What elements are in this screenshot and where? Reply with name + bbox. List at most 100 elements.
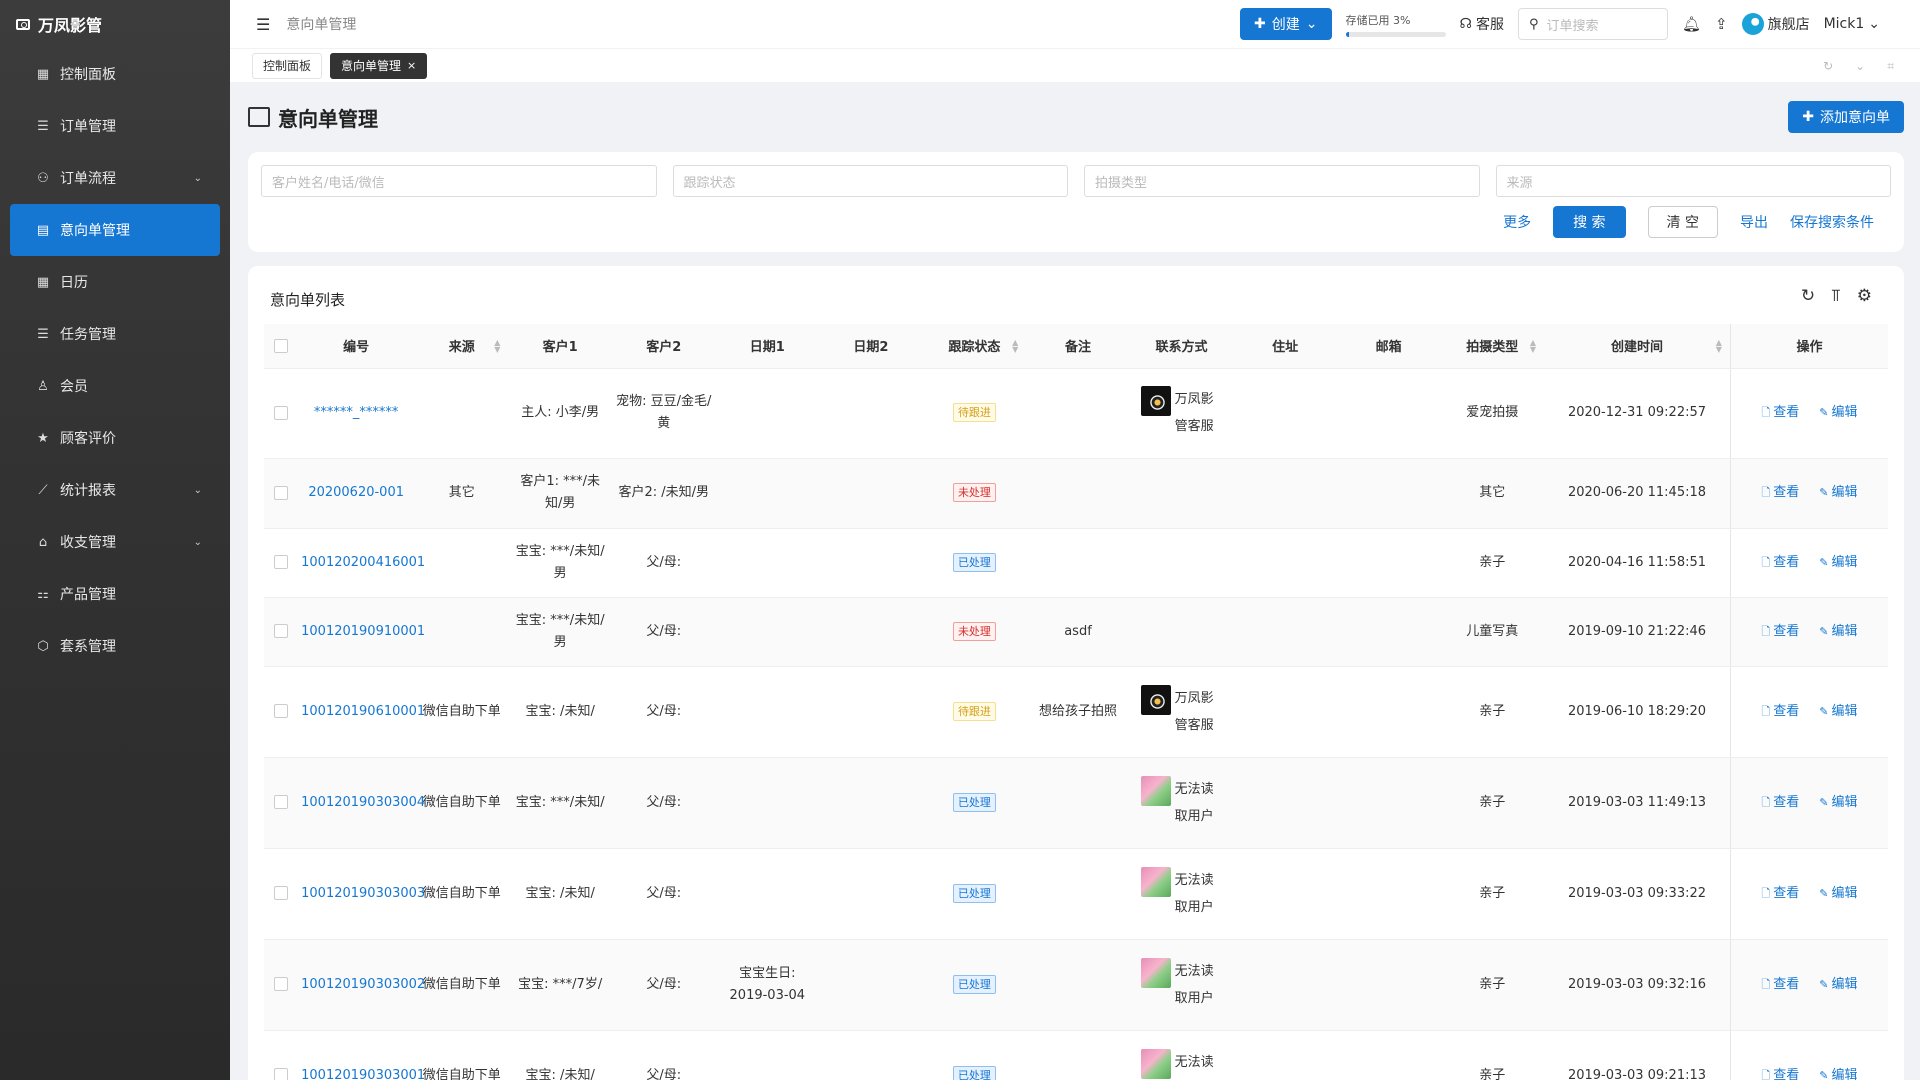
sidebar-item-9[interactable]: ⌂ 收支管理 ⌄: [10, 516, 220, 568]
sort-icon[interactable]: ▲ ▼: [494, 339, 500, 354]
row-checkbox[interactable]: [273, 405, 288, 420]
row-checkbox[interactable]: [273, 1068, 288, 1080]
tab-0[interactable]: 控制面板: [252, 52, 323, 79]
address-cell: [1233, 848, 1337, 940]
filter-input-0[interactable]: 客户姓名/电话/微信: [261, 165, 657, 197]
customer2-cell: 宠物: 豆豆/金毛/黄: [611, 368, 716, 459]
date2-cell: [819, 597, 923, 667]
edit-link[interactable]: ✎ 编辑: [1819, 552, 1857, 574]
refresh-icon[interactable]: ↻: [1801, 286, 1815, 306]
note-cell: [1026, 368, 1130, 459]
sidebar-item-1[interactable]: ☰ 订单管理: [10, 100, 220, 152]
intent-id-link[interactable]: 100120190303004: [301, 795, 425, 810]
sort-icon[interactable]: ▲ ▼: [1716, 339, 1722, 354]
address-cell: [1233, 458, 1337, 529]
intent-id-link[interactable]: 100120190303002: [301, 977, 425, 992]
intent-id-link[interactable]: 100120190303001: [301, 1068, 425, 1080]
edit-link[interactable]: ✎ 编辑: [1819, 792, 1857, 814]
sidebar-item-4[interactable]: ▦ 日历: [10, 256, 220, 308]
filter-input-3[interactable]: 来源: [1495, 165, 1891, 197]
intent-id-link[interactable]: 100120200416001: [301, 555, 425, 570]
avatar: [1140, 775, 1171, 806]
intent-id-link[interactable]: 20200620-001: [308, 485, 404, 500]
sort-icon[interactable]: ▲ ▼: [1530, 339, 1536, 354]
fullscreen-icon[interactable]: ⌗: [1887, 59, 1894, 74]
view-label: 查看: [1773, 623, 1800, 639]
edit-link[interactable]: ✎ 编辑: [1819, 482, 1857, 504]
filter-input-2[interactable]: 拍摄类型: [1084, 165, 1480, 197]
search-button[interactable]: 搜 索: [1553, 206, 1626, 238]
close-icon[interactable]: ×: [407, 59, 416, 72]
bell-icon[interactable]: 🔔︎: [1682, 15, 1701, 33]
edit-link[interactable]: ✎ 编辑: [1819, 1065, 1857, 1080]
select-all-checkbox[interactable]: [273, 338, 288, 353]
view-link[interactable]: 🗋︎ 查看: [1761, 883, 1799, 905]
row-checkbox[interactable]: [273, 624, 288, 638]
customer2-cell-text: 客户2: /未知/男: [618, 485, 710, 500]
chevron-down-icon[interactable]: ⌄: [1855, 59, 1865, 73]
more-filters-link[interactable]: 更多: [1503, 212, 1531, 232]
create-button[interactable]: ✚ 创建 ⌄: [1240, 8, 1332, 40]
gear-icon[interactable]: ⚙: [1857, 286, 1872, 306]
customer1-cell-text: 宝宝: /未知/: [525, 703, 595, 719]
add-intent-button[interactable]: ✚ 添加意向单: [1788, 101, 1904, 133]
column-header-11[interactable]: 拍摄类型 ▲ ▼: [1440, 324, 1545, 369]
filter-input-1[interactable]: 跟踪状态: [672, 165, 1068, 197]
clear-button[interactable]: 清 空: [1647, 206, 1718, 238]
save-search-link[interactable]: 保存搜索条件: [1790, 212, 1874, 232]
row-checkbox[interactable]: [273, 886, 288, 900]
upload-icon[interactable]: ⇪: [1715, 15, 1728, 33]
user-menu[interactable]: Mick1 ⌄: [1824, 16, 1880, 32]
user-icon: ♙: [37, 378, 49, 394]
intent-id-link[interactable]: 100120190610001: [301, 704, 425, 719]
row-checkbox[interactable]: [273, 555, 288, 569]
column-header-label: 操作: [1796, 340, 1823, 356]
sidebar-item-5[interactable]: ☰ 任务管理: [10, 308, 220, 360]
view-link[interactable]: 🗋︎ 查看: [1761, 621, 1799, 643]
column-header-label: 日期1: [749, 340, 785, 356]
brand-name: 万凤影管: [38, 16, 103, 35]
intent-id-link[interactable]: ******_******: [314, 405, 399, 420]
edit-link[interactable]: ✎ 编辑: [1819, 402, 1857, 424]
column-height-icon[interactable]: ⫪: [1831, 286, 1841, 306]
edit-link[interactable]: ✎ 编辑: [1819, 974, 1857, 996]
edit-link[interactable]: ✎ 编辑: [1819, 621, 1857, 643]
order-search-input[interactable]: ⚲ 订单搜索: [1517, 8, 1668, 40]
sidebar-item-6[interactable]: ♙ 会员: [10, 360, 220, 412]
tab-1[interactable]: 意向单管理 ×: [330, 52, 428, 79]
sidebar-item-8[interactable]: ⟋ 统计报表 ⌄: [10, 464, 220, 516]
view-link[interactable]: 🗋︎ 查看: [1761, 402, 1799, 424]
intent-id-link[interactable]: 100120190910001: [301, 624, 425, 639]
view-link[interactable]: 🗋︎ 查看: [1761, 974, 1799, 996]
intent-id-link[interactable]: 100120190303003: [301, 886, 425, 901]
menu-toggle-icon[interactable]: ☰: [256, 15, 270, 34]
row-checkbox[interactable]: [273, 795, 288, 809]
view-link[interactable]: 🗋︎ 查看: [1761, 552, 1799, 574]
view-link[interactable]: 🗋︎ 查看: [1761, 701, 1799, 723]
sidebar-item-0[interactable]: ▦ 控制面板: [10, 48, 220, 100]
view-link[interactable]: 🗋︎ 查看: [1761, 792, 1799, 814]
status-badge: 已处理: [952, 974, 996, 994]
export-link[interactable]: 导出: [1740, 212, 1768, 232]
sort-icon[interactable]: ▲ ▼: [1012, 339, 1018, 354]
service-link[interactable]: ☊ 客服: [1460, 14, 1504, 34]
edit-link[interactable]: ✎ 编辑: [1819, 883, 1857, 905]
edit-link[interactable]: ✎ 编辑: [1819, 701, 1857, 723]
view-link[interactable]: 🗋︎ 查看: [1761, 482, 1799, 504]
view-link[interactable]: 🗋︎ 查看: [1761, 1065, 1799, 1080]
brand[interactable]: 万凤影管: [0, 0, 230, 48]
column-header-6[interactable]: 跟踪状态 ▲ ▼: [922, 324, 1027, 369]
row-checkbox[interactable]: [273, 485, 288, 500]
refresh-icon[interactable]: ↻: [1823, 59, 1833, 73]
sidebar-item-11[interactable]: ⬡ 套系管理: [10, 620, 220, 672]
sidebar-item-3[interactable]: ▤ 意向单管理: [10, 204, 220, 256]
sidebar-item-2[interactable]: ⚇ 订单流程 ⌄: [10, 152, 220, 204]
column-header-12[interactable]: 创建时间 ▲ ▼: [1544, 324, 1731, 369]
store-switcher[interactable]: 旗舰店: [1741, 13, 1810, 35]
row-checkbox[interactable]: [273, 704, 288, 718]
column-header-1[interactable]: 来源 ▲ ▼: [415, 324, 509, 369]
row-checkbox[interactable]: [273, 977, 288, 991]
date1-cell: [715, 666, 820, 758]
sidebar-item-10[interactable]: ⚏ 产品管理: [10, 568, 220, 620]
sidebar-item-7[interactable]: ★ 顾客评价: [10, 412, 220, 464]
